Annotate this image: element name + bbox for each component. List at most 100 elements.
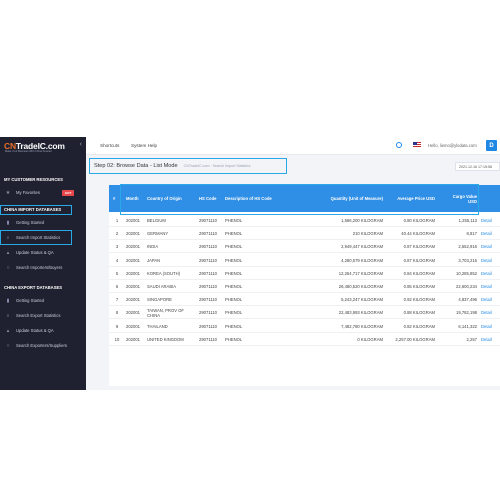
detail-link[interactable]: Detail [481, 293, 499, 306]
cell-hs-code: 29071110 [199, 297, 218, 303]
table-row: 1 202001 BELGIUM 29071110 PHENOL 1,566,200 KI… [109, 214, 500, 227]
sidebar-item-search-export-statistics[interactable]: ⌕ Search Export Statistics [0, 308, 86, 323]
sidebar-item-label: Search Export Statistics [16, 313, 61, 318]
cell-country: BELGIUM [147, 218, 166, 223]
update-icon: ▴ [6, 249, 10, 256]
cell-avg-price: 0.92 KILOGRAM [403, 297, 435, 303]
detail-link[interactable]: Detail [481, 306, 499, 319]
cell-description: PHENOL [225, 270, 243, 276]
cell-description: PHENOL [225, 218, 243, 223]
step-header: Step 02: Browse Data - List Mode CNTrade… [89, 158, 287, 174]
detail-link[interactable]: Detail [481, 280, 499, 293]
table-row: 4 202001 JAPAN 29071110 PHENOL 4,280,579 KILO… [109, 254, 500, 267]
page-title: Step 02: Browse Data - List Mode [94, 163, 178, 169]
detail-link[interactable]: Detail [481, 214, 499, 227]
table-row: 8 202001 TAIWAN, PROV OF CHINA 29071110 PHEN… [109, 306, 500, 320]
us-flag-icon[interactable] [413, 142, 421, 148]
avatar[interactable]: D [486, 140, 497, 151]
cell-hs-code: 29071110 [199, 323, 218, 329]
cell-country: UNITED KINGDOM [147, 336, 184, 342]
cell-quantity: 7,482,780 KILOGRAM [341, 323, 383, 329]
results-table: # Month Country of Origin HS Code Descri… [109, 185, 500, 386]
sidebar-item-label: Search Importers/Buyers [16, 265, 63, 270]
cell-quantity: 4,280,579 KILOGRAM [341, 257, 383, 263]
cell-cargo-value: 2,257 [466, 336, 477, 342]
cell-quantity: 26,480,520 KILOGRAM [338, 284, 383, 289]
detail-link[interactable]: Detail [481, 333, 499, 346]
cell-avg-price: 0.80 KILOGRAM [403, 218, 435, 223]
table-row: 9 202001 THAILAND 29071110 PHENOL 7,482,780 K… [109, 320, 500, 333]
cell-cargo-value: 22,600,234 [456, 284, 477, 289]
cell-description: PHENOL [225, 244, 243, 250]
col-header-avg-price[interactable]: Average Price USD [384, 185, 435, 212]
cell-avg-price: 0.85 KILOGRAM [403, 284, 435, 289]
sidebar-item-export-getting-started[interactable]: ▮ Getting Started [0, 293, 86, 308]
cell-hs-code: 29071110 [199, 231, 218, 237]
sidebar-item-label: Getting Started [16, 298, 45, 303]
sidebar-item-import-update-status[interactable]: ▴ Update Status & QA [0, 245, 86, 260]
section-head-import: CHINA IMPORT DATABASES [0, 205, 72, 215]
cell-avg-price: 0.88 KILOGRAM [403, 310, 435, 316]
detail-link[interactable]: Detail [481, 227, 499, 240]
detail-link[interactable]: Detail [481, 254, 499, 267]
sidebar-item-search-import-statistics[interactable]: ⌕ Search Import Statistics [0, 230, 72, 245]
chart-icon: ▮ [6, 297, 10, 304]
cell-num: 3 [115, 244, 119, 250]
cell-description: PHENOL [225, 284, 243, 289]
detail-link[interactable]: Detail [481, 267, 499, 280]
sidebar-item-search-exporters[interactable]: ○ Search Exporters/Suppliers [0, 338, 86, 353]
cell-num: 4 [115, 257, 119, 263]
cell-avg-price: 2,257.00 KILOGRAM [395, 336, 435, 342]
cell-description: PHENOL [225, 297, 243, 303]
col-header-hs-code[interactable]: HS Code [199, 185, 223, 212]
breadcrumb[interactable]: CNTradeIC.com · Search Import Statistics [184, 164, 251, 168]
sidebar-item-label: Search Import Statistics [16, 235, 61, 240]
col-header-quantity[interactable]: Quantity (Unit of Measure) [328, 185, 383, 212]
cell-cargo-value: 4,837,496 [458, 297, 477, 303]
col-header-country[interactable]: Country of Origin [147, 185, 197, 212]
logo[interactable]: CNTradeIC.com Make Your Business With Ch… [0, 137, 86, 155]
cell-month: 202001 [126, 244, 140, 250]
cell-description: PHENOL [225, 231, 243, 237]
cell-month: 202001 [126, 284, 140, 289]
cell-cargo-value: 10,285,852 [456, 270, 477, 276]
collapse-sidebar-icon[interactable]: ‹ [80, 141, 82, 148]
table-row: 3 202001 INDIA 29071110 PHENOL 2,949,447 KILO… [109, 240, 500, 254]
cell-quantity: 12,264,717 KILOGRAM [338, 270, 383, 276]
cell-quantity: 1,566,200 KILOGRAM [341, 218, 383, 223]
sidebar-item-export-update-status[interactable]: ▴ Update Status & QA [0, 323, 86, 338]
cell-month: 202001 [126, 323, 140, 329]
col-header-month[interactable]: Month [126, 185, 146, 212]
notification-icon[interactable] [396, 142, 402, 148]
cell-avg-price: 0.87 KILOGRAM [403, 257, 435, 263]
cell-country: INDIA [147, 244, 159, 250]
cell-month: 202001 [126, 310, 140, 316]
table-header: # Month Country of Origin HS Code Descri… [109, 185, 500, 212]
sidebar-item-favorites[interactable]: ★ My Favorites HOT [0, 185, 86, 200]
detail-link[interactable]: Detail [481, 240, 499, 253]
system-help-link[interactable]: System Help [131, 143, 157, 148]
section-head-export: CHINA EXPORT DATABASES [4, 285, 63, 290]
detail-link[interactable]: Detail [481, 320, 499, 333]
cell-num: 5 [115, 270, 119, 276]
cell-quantity: 5,243,247 KILOGRAM [341, 297, 383, 303]
sidebar-item-import-getting-started[interactable]: ▮ Getting Started [0, 215, 86, 230]
user-greeting[interactable]: Hello, liemo@ylodata.com [428, 143, 477, 148]
app-window: CNTradeIC.com Make Your Business With Ch… [0, 137, 500, 390]
sidebar-item-search-importers[interactable]: ○ Search Importers/Buyers [0, 260, 86, 275]
cell-cargo-value: 3,703,215 [458, 257, 477, 263]
col-header-cargo-value[interactable]: Cargo Value USD [449, 185, 477, 212]
search-icon: ⌕ [6, 312, 10, 319]
cell-num: 7 [115, 297, 119, 303]
col-header-description[interactable]: Description of HS Code [225, 185, 295, 212]
top-bar: Shortcuts System Help Hello, liemo@yloda… [86, 137, 500, 155]
shortcuts-link[interactable]: Shortcuts [100, 143, 119, 148]
cell-month: 202001 [126, 218, 140, 223]
section-head-resources: MY CUSTOMER RESOURCES [4, 177, 63, 182]
cell-month: 202001 [126, 231, 140, 237]
cell-description: PHENOL [225, 323, 243, 329]
cell-cargo-value: 2,552,916 [458, 244, 477, 250]
update-icon: ▴ [6, 327, 10, 334]
cell-avg-price: 0.82 KILOGRAM [403, 323, 435, 329]
cell-country: JAPAN [147, 257, 161, 263]
